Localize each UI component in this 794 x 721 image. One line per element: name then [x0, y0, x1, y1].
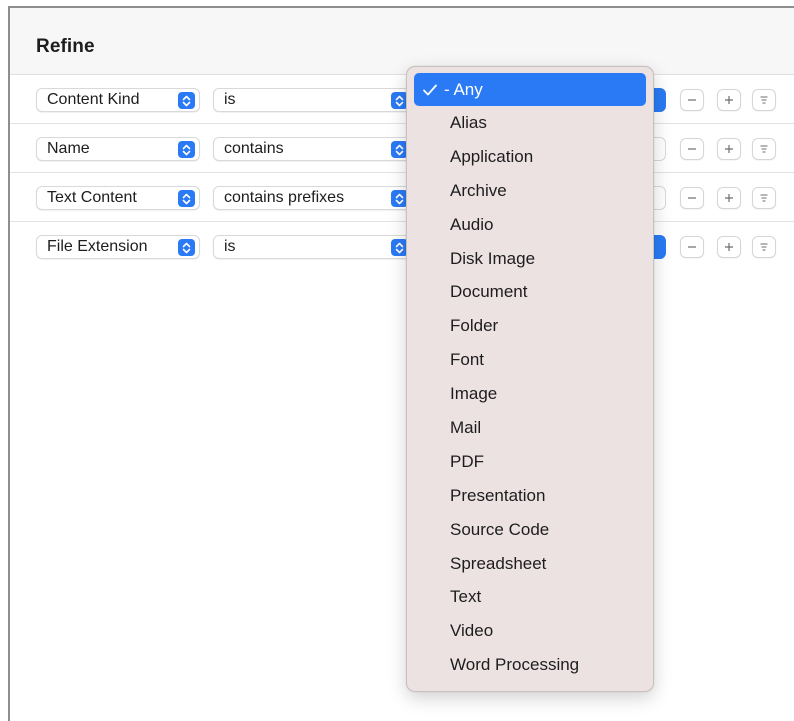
minus-icon	[688, 197, 696, 199]
attribute-label: File Extension	[47, 238, 148, 255]
minus-icon	[688, 246, 696, 248]
value-popup[interactable]	[654, 235, 666, 259]
menu-item-disk-image[interactable]: Disk Image	[414, 242, 646, 276]
minus-icon	[688, 99, 696, 101]
list-icon	[760, 194, 768, 202]
refine-window: Refine Content Kind is Name contains Tex…	[8, 6, 794, 721]
plus-icon	[725, 243, 733, 251]
attribute-popup[interactable]: Name	[36, 137, 200, 161]
menu-item-presentation[interactable]: Presentation	[414, 479, 646, 513]
list-icon	[760, 243, 768, 251]
nested-rule-button[interactable]	[752, 236, 776, 258]
checkmark-icon	[423, 84, 437, 95]
operator-popup[interactable]: is	[213, 88, 413, 112]
menu-item-application[interactable]: Application	[414, 140, 646, 174]
operator-popup[interactable]: contains	[213, 137, 413, 161]
operator-label: contains prefixes	[224, 189, 345, 206]
operator-popup[interactable]: is	[213, 235, 413, 259]
menu-item-archive[interactable]: Archive	[414, 174, 646, 208]
remove-rule-button[interactable]	[680, 89, 704, 111]
nested-rule-button[interactable]	[752, 187, 776, 209]
nested-rule-button[interactable]	[752, 138, 776, 160]
chevron-up-down-icon	[178, 141, 195, 158]
rule-row: Text Content contains prefixes	[10, 172, 794, 221]
menu-item-font[interactable]: Font	[414, 343, 646, 377]
page-title: Refine	[36, 36, 95, 57]
attribute-popup[interactable]: Content Kind	[36, 88, 200, 112]
menu-item-alias[interactable]: Alias	[414, 106, 646, 140]
menu-item-mail[interactable]: Mail	[414, 411, 646, 445]
menu-item-text[interactable]: Text	[414, 580, 646, 614]
menu-item-image[interactable]: Image	[414, 377, 646, 411]
attribute-label: Content Kind	[47, 91, 140, 108]
rule-row: Content Kind is	[10, 74, 794, 123]
value-popup[interactable]	[654, 88, 666, 112]
menu-item-pdf[interactable]: PDF	[414, 445, 646, 479]
chevron-up-down-icon	[178, 92, 195, 109]
header-band	[10, 8, 794, 74]
attribute-label: Name	[47, 140, 90, 157]
minus-icon	[688, 148, 696, 150]
value-field[interactable]	[654, 186, 666, 210]
plus-icon	[725, 96, 733, 104]
menu-item-word-processing[interactable]: Word Processing	[414, 648, 646, 682]
menu-item-label: - Any	[444, 79, 483, 99]
chevron-up-down-icon	[178, 239, 195, 256]
operator-label: contains	[224, 140, 284, 157]
attribute-label: Text Content	[47, 189, 137, 206]
add-rule-button[interactable]	[717, 138, 741, 160]
menu-item-video[interactable]: Video	[414, 614, 646, 648]
value-field[interactable]	[654, 137, 666, 161]
list-icon	[760, 145, 768, 153]
operator-popup[interactable]: contains prefixes	[213, 186, 413, 210]
remove-rule-button[interactable]	[680, 236, 704, 258]
list-icon	[760, 96, 768, 104]
remove-rule-button[interactable]	[680, 138, 704, 160]
add-rule-button[interactable]	[717, 89, 741, 111]
nested-rule-button[interactable]	[752, 89, 776, 111]
rule-row: File Extension is	[10, 221, 794, 270]
menu-item-document[interactable]: Document	[414, 275, 646, 309]
menu-item-audio[interactable]: Audio	[414, 208, 646, 242]
remove-rule-button[interactable]	[680, 187, 704, 209]
operator-label: is	[224, 238, 236, 255]
plus-icon	[725, 145, 733, 153]
attribute-popup[interactable]: File Extension	[36, 235, 200, 259]
menu-item-folder[interactable]: Folder	[414, 309, 646, 343]
operator-label: is	[224, 91, 236, 108]
add-rule-button[interactable]	[717, 187, 741, 209]
attribute-popup[interactable]: Text Content	[36, 186, 200, 210]
menu-item-any[interactable]: - Any	[414, 73, 646, 106]
menu-item-spreadsheet[interactable]: Spreadsheet	[414, 547, 646, 581]
menu-item-source-code[interactable]: Source Code	[414, 513, 646, 547]
add-rule-button[interactable]	[717, 236, 741, 258]
chevron-up-down-icon	[178, 190, 195, 207]
rules-list: Content Kind is Name contains Text Conte…	[10, 74, 794, 270]
rule-row: Name contains	[10, 123, 794, 172]
plus-icon	[725, 194, 733, 202]
content-kind-menu: - Any Alias Application Archive Audio Di…	[406, 66, 654, 692]
